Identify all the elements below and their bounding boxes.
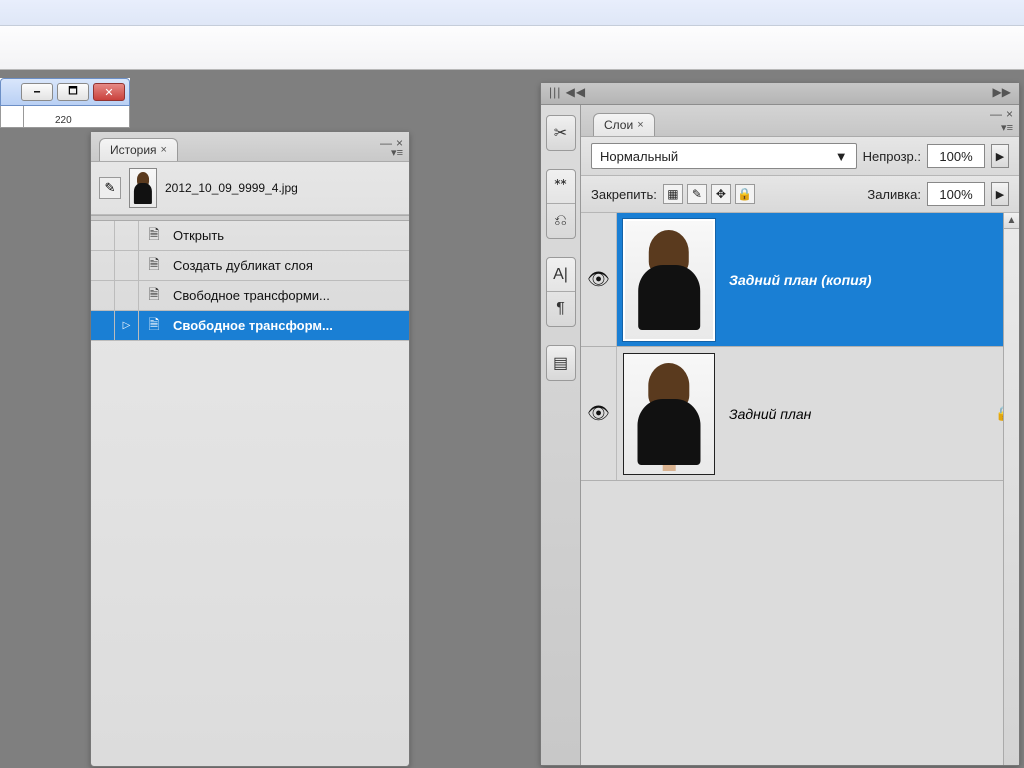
history-step-label: Открыть — [171, 228, 409, 243]
lock-pixels-icon[interactable]: ✎ — [687, 184, 707, 204]
history-step-icon: 🗎 — [143, 315, 165, 337]
panel-tabbar: История × — × ▾≡ — [91, 132, 409, 162]
layer-blend-row: Нормальный ▼ Непрозр.: 100% ▶ — [581, 137, 1019, 176]
history-snapshot-header: ✎ 2012_10_09_9999_4.jpg — [91, 162, 409, 215]
lock-transparency-icon[interactable]: ▦ — [663, 184, 683, 204]
history-panel: История × — × ▾≡ ✎ 2012_10_09_9999_4.jpg… — [90, 131, 410, 767]
right-dock: ▶▶ ✂ ᕯ ⎌ A| ¶ ▤ Слои × — [540, 82, 1020, 766]
scroll-up-icon[interactable]: ▲ — [1004, 213, 1019, 229]
brushes-icon[interactable]: ᕯ — [547, 170, 575, 204]
lock-position-icon[interactable]: ✥ — [711, 184, 731, 204]
blend-mode-select[interactable]: Нормальный ▼ — [591, 143, 857, 169]
minimize-button[interactable] — [21, 83, 53, 101]
blend-mode-value: Нормальный — [600, 149, 678, 164]
history-step[interactable]: 🗎 Создать дубликат слоя — [91, 251, 409, 281]
history-step[interactable]: 🗎 Свободное трансформи... — [91, 281, 409, 311]
tab-label: История — [110, 143, 157, 157]
collapse-icon[interactable]: ▶▶ — [993, 85, 1011, 99]
history-brush-icon[interactable]: ✎ — [99, 177, 121, 199]
layer-thumbnail[interactable] — [623, 353, 715, 475]
visibility-toggle[interactable]: 👁 — [581, 347, 617, 480]
history-step[interactable]: ▷ 🗎 Свободное трансформ... — [91, 311, 409, 341]
chevron-down-icon: ▼ — [835, 149, 848, 164]
history-step-icon: 🗎 — [143, 255, 165, 277]
tools-preset-icon[interactable]: ✂ — [547, 116, 575, 150]
history-step-icon: 🗎 — [143, 225, 165, 247]
layer-name[interactable]: Задний план (копия) — [721, 272, 989, 288]
opacity-flyout-button[interactable]: ▶ — [991, 144, 1009, 168]
history-step[interactable]: 🗎 Открыть — [91, 221, 409, 251]
tab-layers[interactable]: Слои × — [593, 113, 655, 136]
history-step-label: Свободное трансформ... — [171, 318, 409, 333]
layer-lock-row: Закрепить: ▦ ✎ ✥ 🔒 Заливка: 100% ▶ — [581, 176, 1019, 213]
lock-label: Закрепить: — [591, 187, 657, 202]
layer-row[interactable]: 👁Задний план🔒 — [581, 347, 1019, 481]
menu-bar — [0, 0, 1024, 26]
options-bar — [0, 26, 1024, 70]
snapshot-thumbnail[interactable] — [129, 168, 157, 208]
opacity-input[interactable]: 100% — [927, 144, 985, 168]
opacity-label: Непрозр.: — [863, 149, 921, 164]
minimize-icon[interactable]: — — [990, 107, 1002, 121]
visibility-toggle[interactable]: 👁 — [581, 213, 617, 346]
maximize-button[interactable] — [57, 83, 89, 101]
tab-label: Слои — [604, 118, 633, 132]
panel-tabbar: Слои × — × ▾≡ — [581, 105, 1019, 137]
paragraph-icon[interactable]: ¶ — [547, 292, 575, 326]
history-list: 🗎 Открыть 🗎 Создать дубликат слоя 🗎 Свободное… — [91, 221, 409, 341]
fill-flyout-button[interactable]: ▶ — [991, 182, 1009, 206]
scrollbar[interactable]: ▲ — [1003, 213, 1019, 765]
lock-all-icon[interactable]: 🔒 — [735, 184, 755, 204]
layers-list: 👁Задний план (копия)👁Задний план🔒 ▲ — [581, 213, 1019, 765]
layer-name[interactable]: Задний план — [721, 406, 989, 422]
panel-menu-icon[interactable]: ▾≡ — [1001, 121, 1013, 134]
panel-menu-icon[interactable]: ▾≡ — [391, 146, 403, 159]
layer-comps-icon[interactable]: ▤ — [547, 346, 575, 380]
tab-history[interactable]: История × — [99, 138, 178, 161]
snapshot-name[interactable]: 2012_10_09_9999_4.jpg — [165, 181, 298, 195]
close-icon[interactable]: × — [161, 144, 167, 156]
clone-source-icon[interactable]: ⎌ — [547, 204, 575, 238]
close-icon[interactable]: × — [1006, 107, 1013, 121]
character-icon[interactable]: A| — [547, 258, 575, 292]
dock-gripper[interactable]: ▶▶ — [541, 83, 1019, 105]
history-step-label: Свободное трансформи... — [171, 288, 409, 303]
window-titlebar[interactable] — [0, 78, 130, 106]
layer-thumbnail[interactable] — [623, 219, 715, 341]
fill-input[interactable]: 100% — [927, 182, 985, 206]
close-button[interactable] — [93, 83, 125, 101]
layer-row[interactable]: 👁 Задний план (копия) — [581, 213, 1019, 347]
history-step-label: Создать дубликат слоя — [171, 258, 409, 273]
document-window: 220 — [0, 78, 130, 128]
ruler-tick: 220 — [55, 115, 72, 126]
panel-icon-strip: ✂ ᕯ ⎌ A| ¶ ▤ — [541, 105, 581, 765]
current-step-marker-icon: ▷ — [123, 320, 131, 331]
ruler: 220 — [0, 106, 130, 128]
history-step-icon: 🗎 — [143, 285, 165, 307]
fill-label: Заливка: — [867, 187, 921, 202]
close-icon[interactable]: × — [637, 119, 643, 131]
